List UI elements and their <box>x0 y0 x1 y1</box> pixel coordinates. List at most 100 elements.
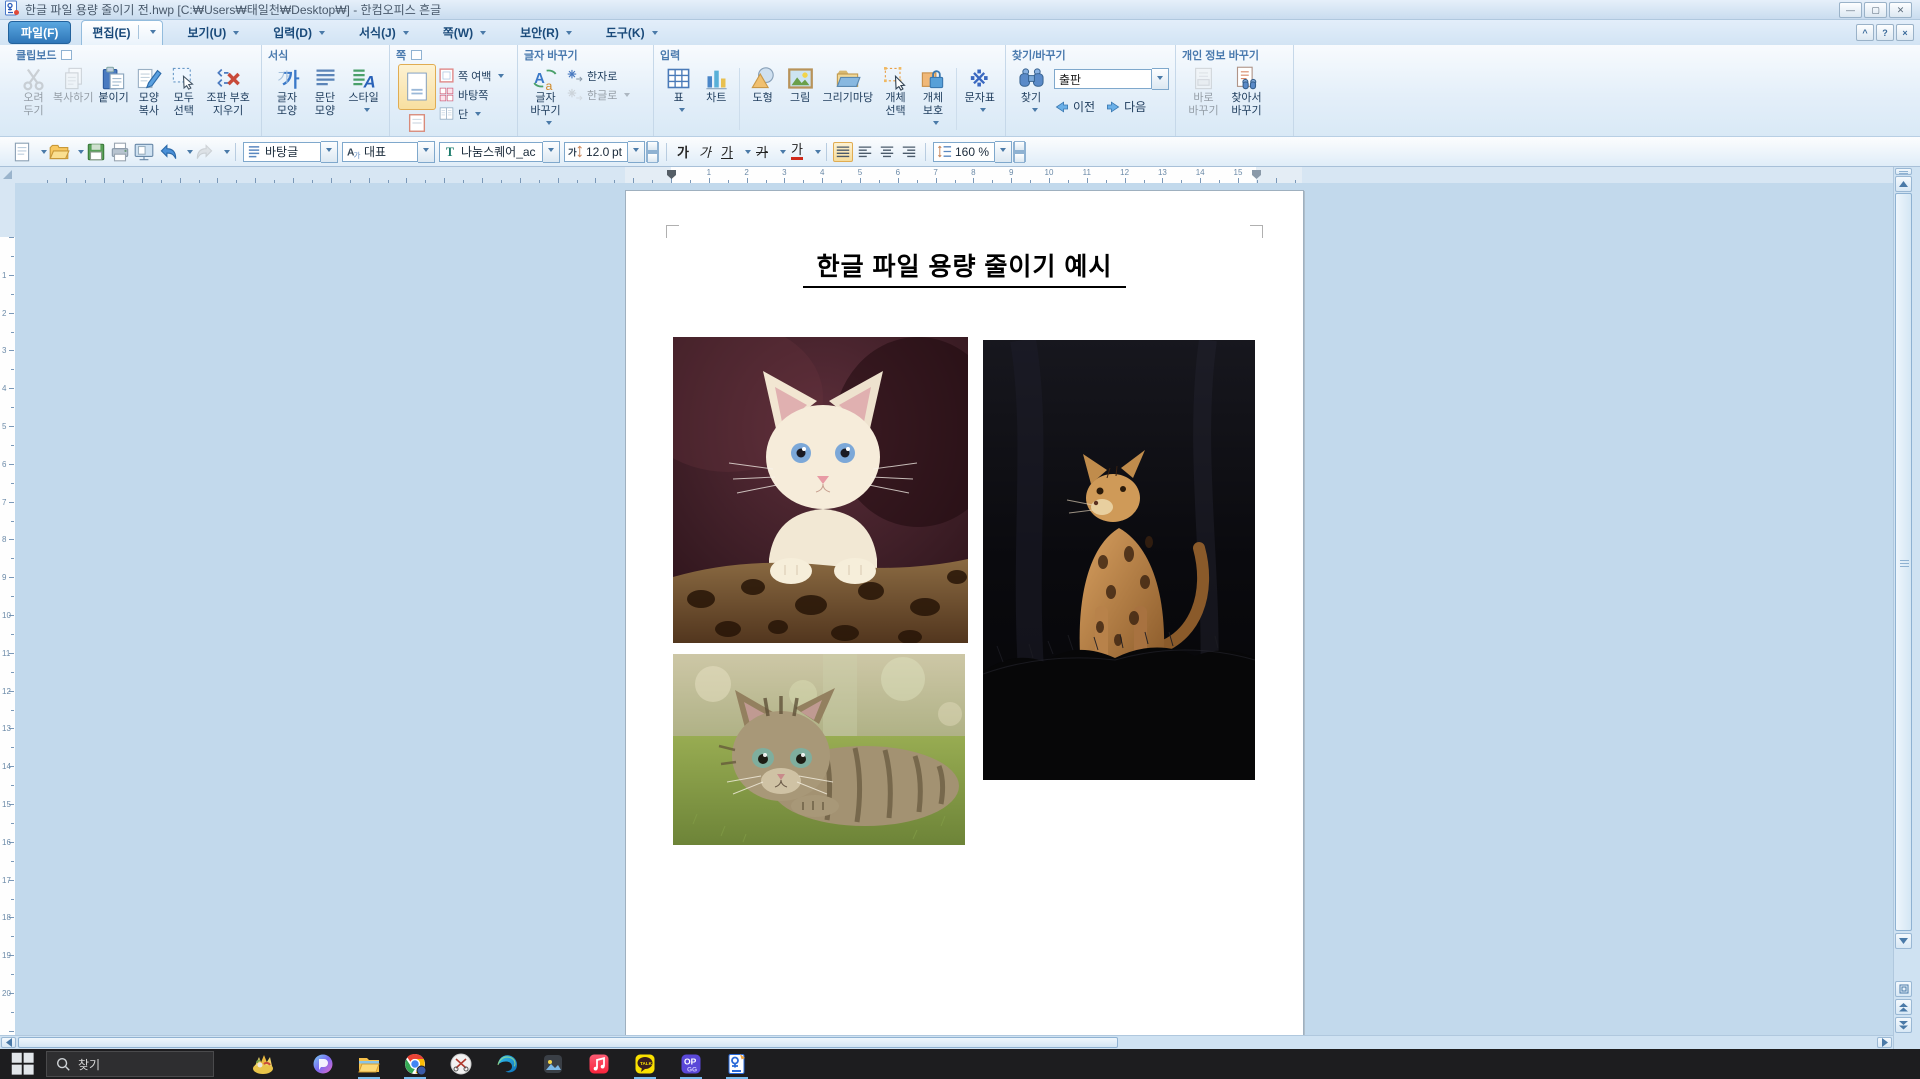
menu-쪽[interactable]: 쪽(W) <box>433 21 496 44</box>
table-button[interactable]: 표 <box>661 62 696 115</box>
new-document-button[interactable] <box>11 141 33 163</box>
document-close-button[interactable]: × <box>1896 24 1914 41</box>
spin-down[interactable] <box>646 152 659 162</box>
combo-body[interactable]: 가12.0pt <box>564 142 628 162</box>
character-map-button[interactable]: ※문자표 <box>962 62 998 115</box>
bengal-cat-photo[interactable] <box>983 340 1255 780</box>
document-workspace[interactable]: 한글 파일 용량 줄이기 예시 <box>15 183 1893 1035</box>
find-next-button[interactable]: 다음 <box>1105 98 1146 115</box>
format-copy-button[interactable]: 모양복사 <box>132 62 165 118</box>
spacing-spinner[interactable] <box>1013 142 1026 162</box>
taskbar-app-edge[interactable] <box>484 1049 530 1079</box>
paste-button[interactable]: 붙이기 <box>97 62 131 105</box>
menu-입력[interactable]: 입력(D) <box>263 21 335 44</box>
close-button[interactable]: ✕ <box>1889 2 1912 18</box>
scrollbar-thumb[interactable] <box>1895 193 1912 931</box>
char-style-combo[interactable]: A가대표 <box>342 142 435 162</box>
taskbar-app-hwp[interactable] <box>714 1049 760 1079</box>
align-justify-button[interactable] <box>833 142 853 162</box>
open-document-button[interactable] <box>48 141 70 163</box>
columns-button[interactable]: 단 <box>438 104 504 123</box>
white-kitten-photo[interactable] <box>673 337 968 643</box>
combo-dropdown[interactable] <box>995 141 1012 163</box>
align-left-button[interactable] <box>855 142 875 162</box>
ruler-origin-box[interactable] <box>0 167 16 184</box>
font-color-button[interactable]: 가 <box>787 142 807 162</box>
previous-page-button[interactable] <box>1895 999 1912 1015</box>
menu-도구[interactable]: 도구(K) <box>596 21 668 44</box>
ribbon-collapse-button[interactable]: ^ <box>1856 24 1874 41</box>
document-page[interactable]: 한글 파일 용량 줄이기 예시 <box>625 190 1304 1035</box>
next-page-button[interactable] <box>1895 1017 1912 1033</box>
chart-button[interactable]: 차트 <box>698 62 733 105</box>
taskbar-app-snip[interactable] <box>438 1049 484 1079</box>
scroll-down-button[interactable] <box>1895 933 1912 949</box>
combo-body[interactable]: 바탕글 <box>243 142 321 162</box>
taskbar-app-widget-food[interactable] <box>240 1049 286 1079</box>
find-previous-button[interactable]: 이전 <box>1054 98 1095 115</box>
taskbar-search[interactable]: 찾기 <box>46 1051 214 1077</box>
to-hanja-button[interactable]: 한자로 <box>567 66 630 85</box>
para-shape-button[interactable]: 문단모양 <box>307 62 343 118</box>
drawing-gallery-button[interactable]: 그리기마당 <box>820 62 876 105</box>
scrollbar-thumb[interactable] <box>18 1037 1118 1048</box>
shapes-button[interactable]: 도형 <box>745 62 780 105</box>
combo-body[interactable]: 160% <box>933 142 995 162</box>
spin-up[interactable] <box>646 142 659 152</box>
spin-up[interactable] <box>1013 142 1026 152</box>
scrollbar-split-handle[interactable] <box>1895 168 1912 175</box>
combo-dropdown[interactable] <box>628 141 645 163</box>
view-select-button[interactable] <box>1895 981 1912 997</box>
menu-보기[interactable]: 보기(U) <box>177 21 249 44</box>
combo-dropdown[interactable] <box>418 141 435 163</box>
spin-down[interactable] <box>1013 152 1026 162</box>
align-center-button[interactable] <box>877 142 897 162</box>
find-button[interactable]: 찾기 <box>1013 62 1049 115</box>
document-heading[interactable]: 한글 파일 용량 줄이기 예시 <box>626 247 1303 288</box>
picture-button[interactable]: 그림 <box>782 62 817 105</box>
taskbar-app-opgg[interactable]: OPGG <box>668 1049 714 1079</box>
combo-spinner[interactable] <box>646 142 659 162</box>
char-shape-button[interactable]: 가가글자모양 <box>269 62 305 118</box>
document-heading-text[interactable]: 한글 파일 용량 줄이기 예시 <box>803 247 1127 288</box>
taskbar-app-kakao[interactable]: TALK <box>622 1049 668 1079</box>
paragraph-style-combo[interactable]: 바탕글 <box>243 142 338 162</box>
print-preview-button[interactable] <box>133 141 155 163</box>
taskbar-app-copilot[interactable] <box>300 1049 346 1079</box>
bold-button[interactable]: 가 <box>673 142 693 162</box>
object-protect-button[interactable]: 개체보호 <box>915 62 950 128</box>
menu-편집[interactable]: 편집(E) <box>81 20 163 46</box>
minimize-button[interactable]: — <box>1839 2 1862 18</box>
page-small-icon[interactable] <box>406 112 428 134</box>
menu-보안[interactable]: 보안(R) <box>510 21 582 44</box>
scroll-left-button[interactable] <box>1 1037 16 1048</box>
page-setup-button[interactable] <box>398 64 436 110</box>
print-button[interactable] <box>109 141 131 163</box>
combo-dropdown[interactable] <box>543 141 560 163</box>
tabby-kitten-photo[interactable] <box>673 654 965 845</box>
erase-control-marks-button[interactable]: 조판 부호지우기 <box>202 62 254 118</box>
save-button[interactable] <box>85 141 107 163</box>
select-all-button[interactable]: 모두선택 <box>167 62 200 118</box>
combo-body[interactable]: A가대표 <box>342 142 418 162</box>
menu-서식[interactable]: 서식(J) <box>349 21 419 44</box>
combo-body[interactable]: T나눔스퀘어_ac <box>439 142 543 162</box>
menu-file[interactable]: 파일(F) <box>8 21 71 44</box>
line-spacing-control[interactable]: 160% <box>933 142 1026 162</box>
underline-button[interactable]: 가 <box>717 142 737 162</box>
help-button[interactable]: ? <box>1876 24 1894 41</box>
italic-button[interactable]: 가 <box>695 142 715 162</box>
scroll-up-button[interactable] <box>1895 176 1912 192</box>
find-combo-dropdown[interactable] <box>1152 68 1169 90</box>
taskbar-app-music[interactable] <box>576 1049 622 1079</box>
horizontal-scrollbar[interactable] <box>0 1035 1893 1050</box>
background-page-button[interactable]: 바탕쪽 <box>438 85 504 104</box>
taskbar-app-photos[interactable] <box>530 1049 576 1079</box>
scroll-right-button[interactable] <box>1877 1037 1892 1048</box>
taskbar-app-explorer[interactable] <box>346 1049 392 1079</box>
vertical-scrollbar[interactable] <box>1893 167 1914 1049</box>
start-button[interactable] <box>0 1049 46 1079</box>
char-convert-button[interactable]: Aa글자바꾸기 <box>525 62 566 128</box>
style-button[interactable]: A스타일 <box>345 62 382 115</box>
find-input[interactable]: 출판 <box>1054 69 1152 89</box>
